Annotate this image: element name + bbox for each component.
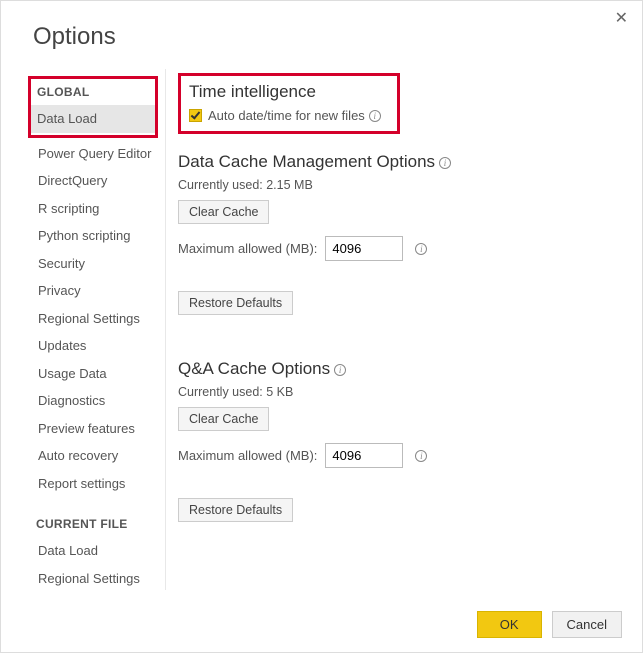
sidebar: GLOBAL Data Load Power Query Editor Dire… <box>21 69 161 590</box>
info-icon[interactable] <box>415 243 427 255</box>
qa-cache-max-input[interactable] <box>325 443 403 468</box>
global-header: GLOBAL <box>35 81 153 103</box>
sidebar-item-privacy[interactable]: Privacy <box>34 277 158 305</box>
qa-cache-title-text: Q&A Cache Options <box>178 359 330 378</box>
highlight-global-box: GLOBAL Data Load <box>28 76 158 138</box>
info-icon[interactable] <box>415 450 427 462</box>
qa-restore-defaults-button[interactable]: Restore Defaults <box>178 498 293 522</box>
sidebar-item-cf-regional-settings[interactable]: Regional Settings <box>34 565 158 591</box>
auto-date-time-label: Auto date/time for new files <box>208 108 365 123</box>
qa-cache-currently-used: Currently used: 5 KB <box>178 385 624 399</box>
data-cache-section: Data Cache Management Options Currently … <box>178 152 624 327</box>
data-cache-title: Data Cache Management Options <box>178 152 624 172</box>
ok-button[interactable]: OK <box>477 611 542 638</box>
qa-cache-section: Q&A Cache Options Currently used: 5 KB C… <box>178 359 624 534</box>
sidebar-item-data-load[interactable]: Data Load <box>31 105 155 133</box>
info-icon[interactable] <box>439 157 451 169</box>
sidebar-item-auto-recovery[interactable]: Auto recovery <box>34 442 158 470</box>
close-icon[interactable]: ✕ <box>615 11 628 27</box>
cancel-button[interactable]: Cancel <box>552 611 622 638</box>
info-icon[interactable] <box>334 364 346 376</box>
sidebar-item-usage-data[interactable]: Usage Data <box>34 360 158 388</box>
info-icon[interactable] <box>369 110 381 122</box>
sidebar-item-python-scripting[interactable]: Python scripting <box>34 222 158 250</box>
qa-cache-title: Q&A Cache Options <box>178 359 624 379</box>
qa-cache-max-label: Maximum allowed (MB): <box>178 448 317 463</box>
data-cache-title-text: Data Cache Management Options <box>178 152 435 171</box>
options-dialog: ✕ Options GLOBAL Data Load Power Query E… <box>1 1 642 652</box>
restore-defaults-button[interactable]: Restore Defaults <box>178 291 293 315</box>
sidebar-item-updates[interactable]: Updates <box>34 332 158 360</box>
data-cache-currently-used: Currently used: 2.15 MB <box>178 178 624 192</box>
dialog-title: Options <box>1 1 642 69</box>
data-cache-max-label: Maximum allowed (MB): <box>178 241 317 256</box>
current-file-header: CURRENT FILE <box>34 511 158 537</box>
time-intelligence-title: Time intelligence <box>189 82 389 102</box>
sidebar-item-diagnostics[interactable]: Diagnostics <box>34 387 158 415</box>
sidebar-item-r-scripting[interactable]: R scripting <box>34 195 158 223</box>
sidebar-item-power-query-editor[interactable]: Power Query Editor <box>34 140 158 168</box>
auto-date-time-checkbox[interactable] <box>189 109 202 122</box>
dialog-footer: OK Cancel <box>477 611 622 638</box>
sidebar-item-security[interactable]: Security <box>34 250 158 278</box>
sidebar-item-cf-data-load[interactable]: Data Load <box>34 537 158 565</box>
sidebar-item-preview-features[interactable]: Preview features <box>34 415 158 443</box>
highlight-time-intelligence-box: Time intelligence Auto date/time for new… <box>178 73 400 134</box>
sidebar-item-report-settings[interactable]: Report settings <box>34 470 158 498</box>
data-cache-max-input[interactable] <box>325 236 403 261</box>
clear-cache-button[interactable]: Clear Cache <box>178 200 269 224</box>
sidebar-item-regional-settings[interactable]: Regional Settings <box>34 305 158 333</box>
content-panel: Time intelligence Auto date/time for new… <box>165 69 642 590</box>
sidebar-item-directquery[interactable]: DirectQuery <box>34 167 158 195</box>
qa-clear-cache-button[interactable]: Clear Cache <box>178 407 269 431</box>
